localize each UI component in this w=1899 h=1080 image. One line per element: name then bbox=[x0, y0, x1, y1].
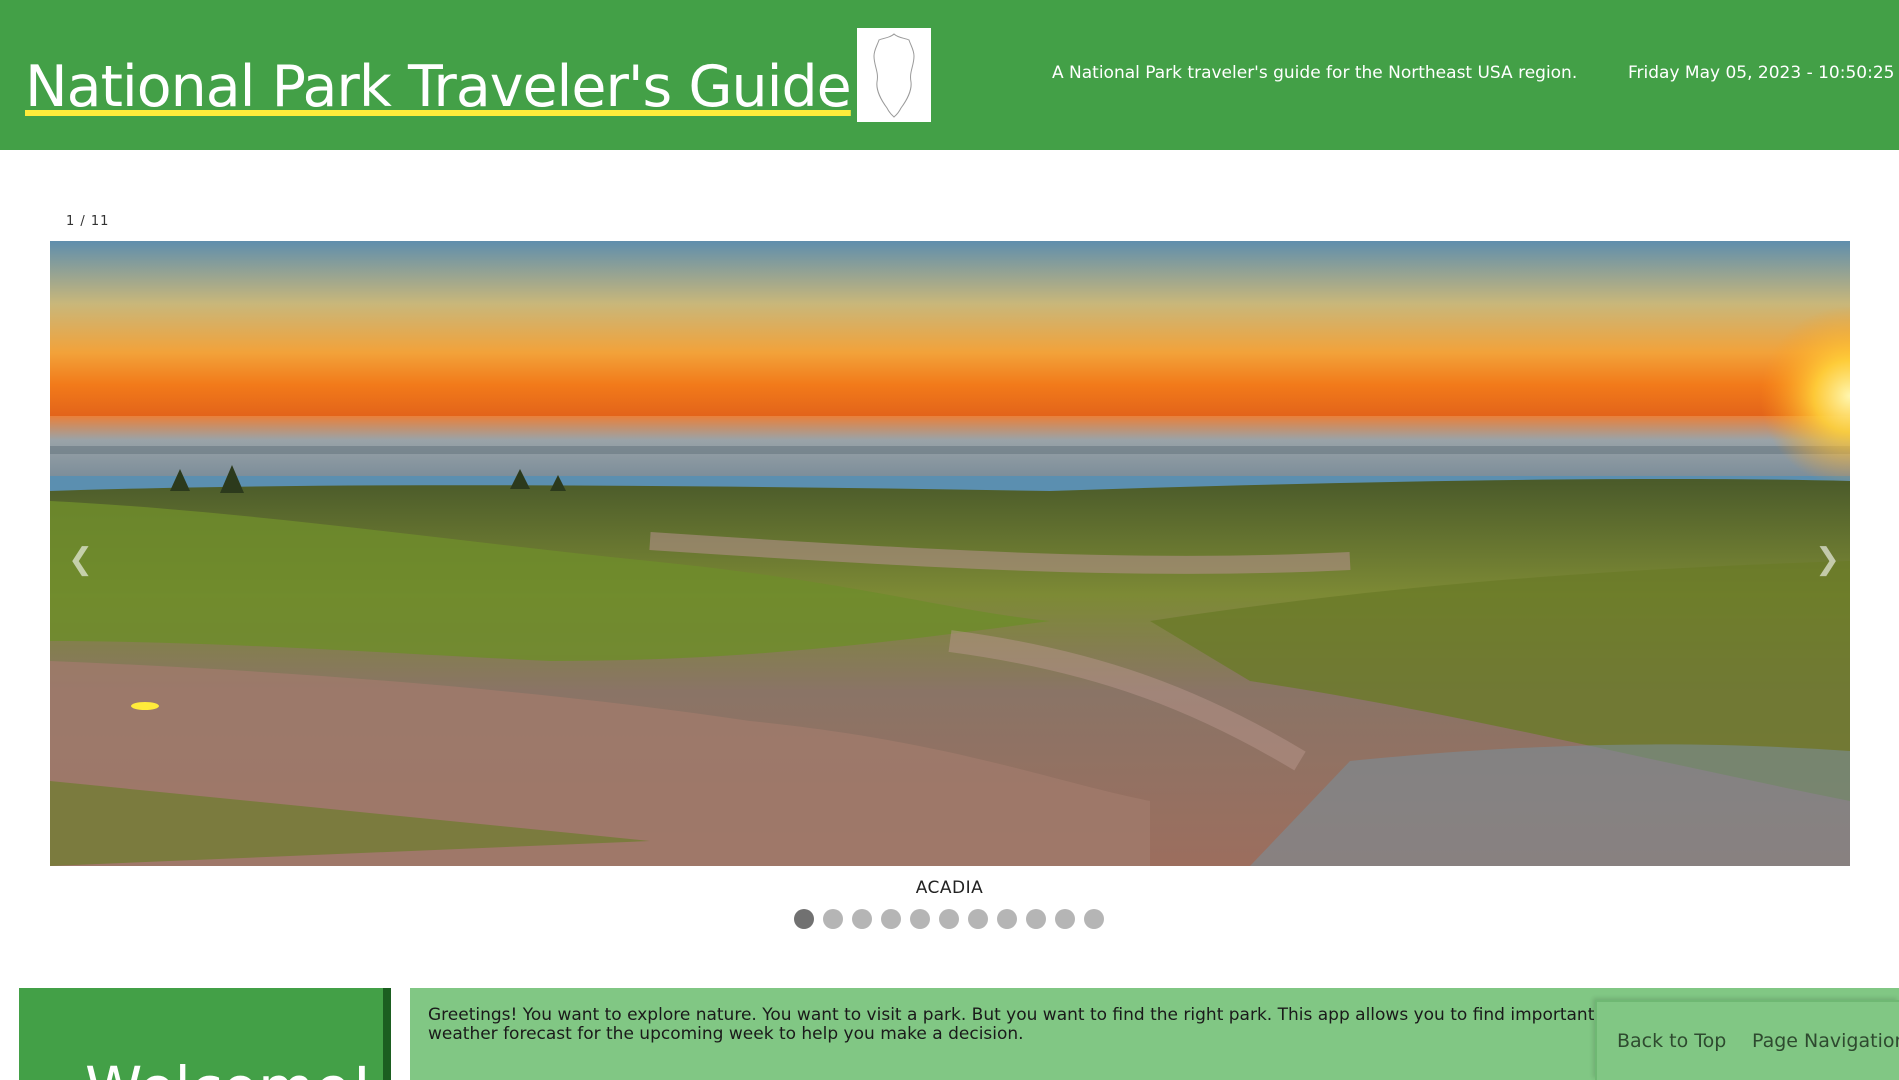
carousel-dot[interactable] bbox=[1084, 909, 1104, 929]
site-header: National Park Traveler's Guide A Nationa… bbox=[0, 0, 1899, 150]
floating-nav: Back to Top Page Navigation bbox=[1595, 1000, 1899, 1080]
nps-logo bbox=[857, 28, 931, 122]
carousel-dot[interactable] bbox=[997, 909, 1017, 929]
carousel-dots bbox=[794, 909, 1104, 929]
site-tagline: A National Park traveler's guide for the… bbox=[1052, 63, 1578, 83]
carousel-dot[interactable] bbox=[1055, 909, 1075, 929]
carousel-dot[interactable] bbox=[881, 909, 901, 929]
page-navigation-link[interactable]: Page Navigation bbox=[1752, 1030, 1899, 1052]
carousel-dot[interactable] bbox=[794, 909, 814, 929]
slide-caption: ACADIA bbox=[915, 878, 984, 898]
carousel-next-button[interactable]: ❯ bbox=[1815, 545, 1840, 575]
acadia-sunrise-image bbox=[50, 241, 1850, 866]
carousel-dot[interactable] bbox=[910, 909, 930, 929]
carousel-dot[interactable] bbox=[939, 909, 959, 929]
welcome-panel: Welcome! bbox=[19, 988, 391, 1080]
arrowhead-icon bbox=[873, 33, 915, 118]
back-to-top-link[interactable]: Back to Top bbox=[1617, 1030, 1726, 1052]
carousel-dot[interactable] bbox=[823, 909, 843, 929]
slide-counter: 1 / 11 bbox=[66, 214, 110, 229]
carousel-dot[interactable] bbox=[1026, 909, 1046, 929]
current-datetime: Friday May 05, 2023 - 10:50:25 am bbox=[1628, 63, 1899, 83]
carousel-prev-button[interactable]: ❮ bbox=[68, 545, 93, 575]
carousel-dot[interactable] bbox=[968, 909, 988, 929]
site-title[interactable]: National Park Traveler's Guide bbox=[25, 52, 852, 122]
welcome-heading: Welcome! bbox=[85, 1054, 374, 1080]
park-image-carousel[interactable] bbox=[50, 241, 1850, 866]
carousel-dot[interactable] bbox=[852, 909, 872, 929]
